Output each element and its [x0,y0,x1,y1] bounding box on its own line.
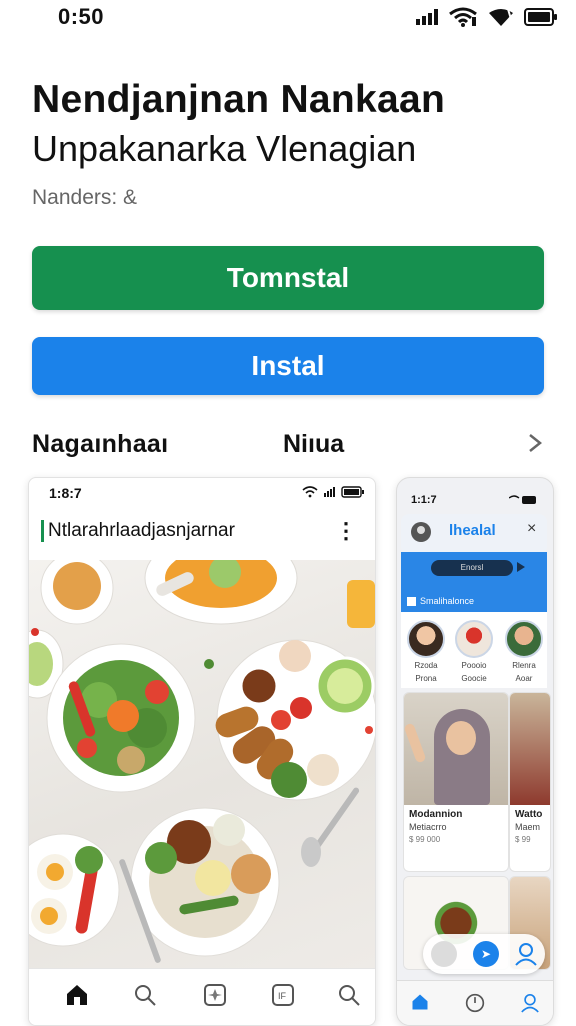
person-item[interactable]: Poooio Goocie [451,620,497,684]
content-card[interactable]: Modannion Metiacrro $ 99 000 [403,692,509,872]
install-button[interactable]: Instal [32,337,544,395]
screenshot-2-floating-bar: ➤ [423,934,545,974]
signal-icon [324,487,335,497]
card-image [510,693,550,805]
person-name: Rzoda [414,661,438,670]
home-icon[interactable] [65,983,89,1007]
status-bar: 0:50 [0,0,576,34]
close-icon[interactable]: × [527,520,536,538]
person-item[interactable]: Rzoda Prona [403,620,449,684]
library-icon[interactable]: IF [271,983,295,1007]
card-image [404,693,508,805]
screenshot-1-header: Ntlarahrlaadjasnjarnar ⋮ [37,514,367,550]
apps-icon[interactable] [203,983,227,1007]
screenshot-1-bottom-nav: IF [29,968,375,1025]
card-subtitle: Metiacrro [409,822,447,832]
card-meta: $ 99 [515,835,531,844]
screenshot-1-status-icons [302,486,365,498]
card-subtitle: Maem [515,822,541,832]
person-name: Rlenra [512,661,536,670]
primary-install-button[interactable]: Tomnstal [32,246,544,310]
status-time: 0:50 [58,4,105,29]
user-avatar-icon [411,522,431,542]
screenshot-1-time: 1:8:7 [49,485,82,501]
person-sub: Aoar [515,674,533,683]
clock-icon[interactable] [465,993,485,1013]
battery-icon [509,495,536,504]
person-sub: Prona [415,674,437,683]
avatar [455,620,493,658]
screenshot-2-time: 1:1:7 [411,494,437,506]
screenshot-2[interactable]: 1:1:7 lhealal × Enorsl Smalihalonce Rzod… [396,477,554,1026]
user-icon[interactable] [515,942,537,966]
signal-icon [416,9,438,25]
battery-icon [524,8,557,26]
card-meta: $ 99 000 [409,835,441,844]
float-icon-left[interactable] [431,941,457,967]
food-photo [29,560,375,968]
card-title: Modannion [409,809,463,820]
screenshot-1[interactable]: 1:8:7 Ntlarahrlaadjasnjarnar ⋮ IF [28,477,376,1026]
battery-icon [341,486,364,498]
user-icon[interactable] [521,993,539,1013]
person-sub: Goocie [461,674,487,683]
app-title: Nendjanjnan Nankaan [32,78,446,121]
avatar [505,620,543,658]
banner-label-text: Smalihalonce [420,596,475,606]
wifi-icon [302,486,318,498]
app-subtitle: Unpakanarka Vlenagian [32,128,417,169]
screenshot-2-title: lhealal [449,522,496,539]
person-name: Poooio [461,661,487,670]
section-label-right: Niıua [283,430,345,458]
app-meta: Nanders: & [32,186,138,209]
search-icon-secondary[interactable] [337,983,361,1007]
more-icon[interactable]: ⋮ [335,518,357,544]
content-card[interactable]: Watto Maem $ 99 [509,692,551,872]
chevron-right-icon[interactable] [526,430,546,456]
screenshot-2-bottom-nav [397,980,553,1025]
screenshot-1-title: Ntlarahrlaadjasnjarnar [41,520,235,542]
wifi-icon [449,7,477,27]
wifi-secondary-icon [489,8,514,27]
food-illustration [29,560,375,963]
avatar [407,620,445,658]
svg-text:IF: IF [278,991,287,1001]
status-icons [416,7,558,27]
compose-button[interactable]: ➤ [473,941,499,967]
section-label-left: Nagaınhaaı [32,430,169,458]
screenshot-2-pill[interactable]: Enorsl [431,560,513,576]
pill-arrow-icon [517,562,525,572]
home-icon[interactable] [411,993,429,1011]
person-item[interactable]: Rlenra Aoar [501,620,547,684]
screenshot-2-banner-label: Smalihalonce [407,592,543,610]
screenshot-2-people-row: Rzoda Prona Poooio Goocie Rlenra Aoar [401,612,547,688]
search-icon[interactable] [133,983,157,1007]
card-title: Watto [515,809,543,820]
